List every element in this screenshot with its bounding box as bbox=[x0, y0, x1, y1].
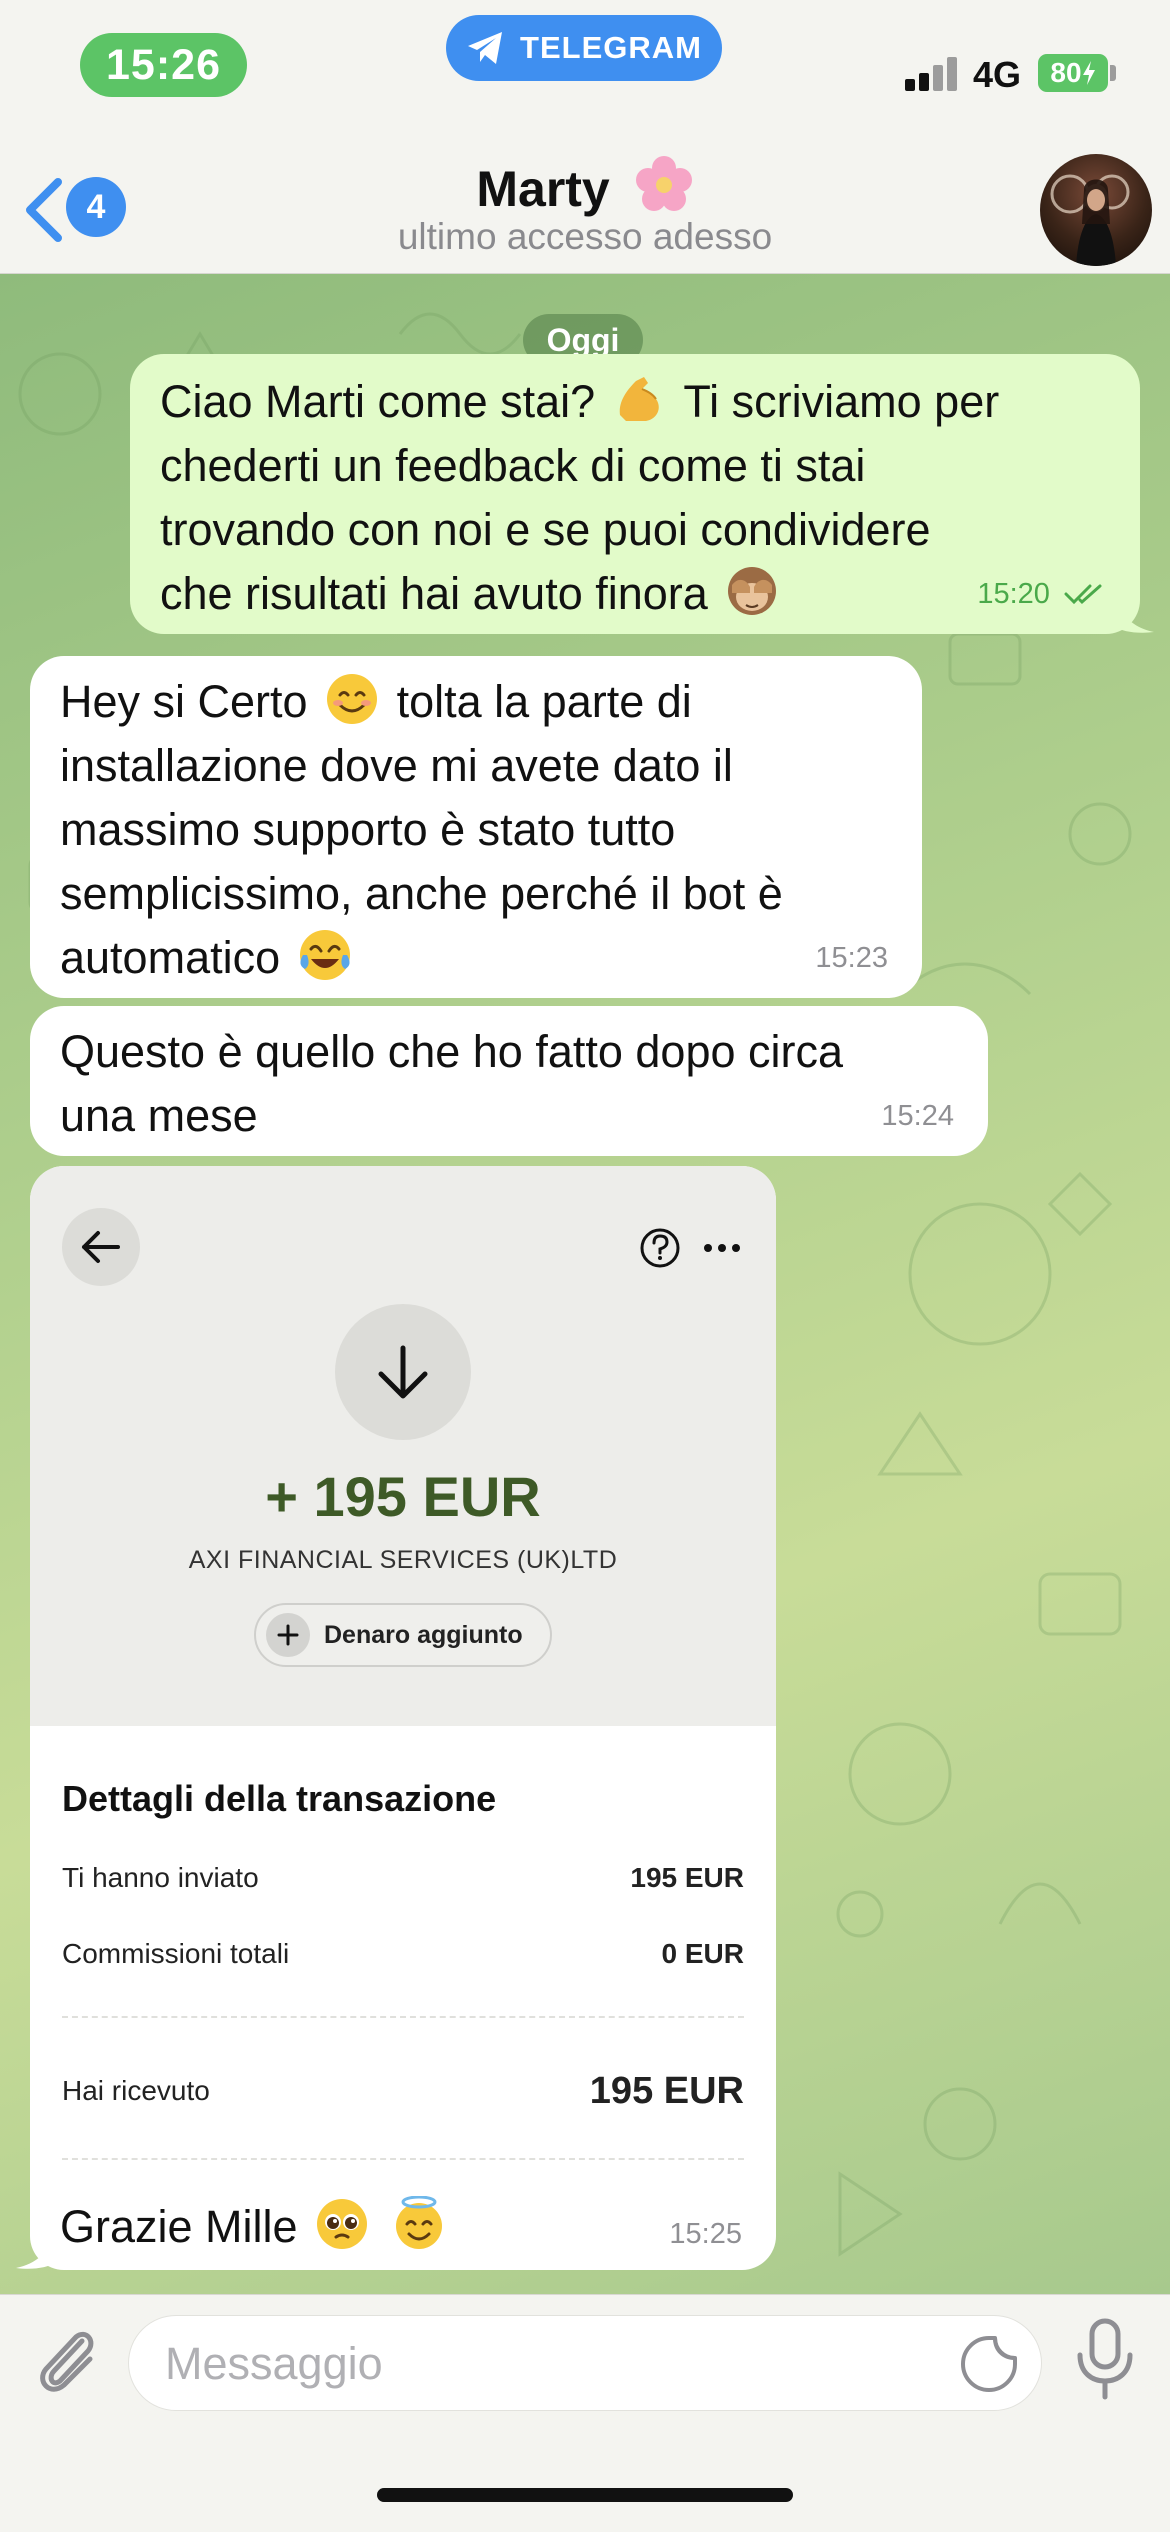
detail-row: Commissioni totali 0 EUR bbox=[62, 1934, 744, 1974]
chat-header: 4 Marty ultimo accesso adesso bbox=[0, 140, 1170, 274]
message-text: Ciao Marti come stai? Ti scriviamo per c… bbox=[160, 370, 1110, 626]
money-added-label: Denaro aggiunto bbox=[324, 1620, 523, 1649]
battery-tip bbox=[1110, 65, 1116, 81]
see-no-evil-monkey-emoji bbox=[728, 567, 777, 615]
charging-bolt-icon bbox=[1082, 61, 1095, 85]
avatar[interactable] bbox=[1040, 154, 1152, 266]
signal-icon bbox=[905, 55, 961, 91]
chat-title[interactable]: Marty bbox=[0, 154, 1170, 218]
bubble-tail bbox=[16, 2230, 56, 2269]
detail-label: Commissioni totali bbox=[62, 1938, 290, 1969]
home-indicator[interactable] bbox=[377, 2488, 793, 2502]
battery-icon: 80 bbox=[1038, 54, 1108, 92]
pleading-face-emoji bbox=[317, 2199, 368, 2249]
smiling-face-emoji bbox=[327, 674, 378, 724]
message-input[interactable] bbox=[165, 2316, 965, 2412]
battery-level: 80 bbox=[1050, 57, 1082, 88]
screenshot-back-button bbox=[62, 1208, 140, 1286]
detail-value: 195 EUR bbox=[589, 2069, 744, 2112]
message-time: 15:24 bbox=[881, 1100, 954, 1132]
telegram-app-pill[interactable]: TELEGRAM bbox=[446, 15, 722, 81]
chat-area[interactable]: Oggi Ciao Marti come stai? Ti scriviamo … bbox=[0, 274, 1170, 2294]
plus-icon bbox=[266, 1613, 310, 1657]
help-icon bbox=[640, 1228, 680, 1268]
microphone-icon[interactable] bbox=[1072, 2317, 1138, 2403]
telegram-pill-label: TELEGRAM bbox=[520, 30, 702, 65]
more-icon bbox=[704, 1244, 740, 1252]
telegram-icon bbox=[468, 32, 503, 64]
arrow-left-icon bbox=[82, 1231, 120, 1263]
message-time: 15:23 bbox=[815, 942, 888, 974]
status-bar: 15:26 TELEGRAM 4G 80 bbox=[0, 0, 1170, 140]
incoming-transfer-badge bbox=[335, 1304, 471, 1440]
status-time: 15:26 bbox=[80, 33, 247, 97]
detail-label: Hai ricevuto bbox=[62, 2075, 210, 2106]
money-added-badge: Denaro aggiunto bbox=[254, 1603, 552, 1667]
sender-name: AXI FINANCIAL SERVICES (UK)LTD bbox=[188, 1546, 618, 1574]
cherry-blossom-emoji bbox=[635, 156, 692, 211]
divider bbox=[62, 2016, 744, 2018]
contact-name: Marty bbox=[476, 161, 610, 217]
network-type: 4G bbox=[973, 54, 1022, 95]
flexed-biceps-emoji bbox=[619, 377, 659, 421]
message-text: Questo è quello che ho fatto dopo circa … bbox=[60, 1026, 844, 1141]
detail-label: Ti hanno inviato bbox=[62, 1862, 259, 1893]
message-field[interactable] bbox=[128, 2315, 1042, 2412]
arrow-down-icon bbox=[378, 1345, 428, 1399]
message-time: 15:20 bbox=[977, 578, 1050, 610]
last-seen-status: ultimo accesso adesso bbox=[397, 216, 773, 257]
message-meta: 15:20 bbox=[977, 562, 1106, 626]
message-time: 15:25 bbox=[669, 2218, 742, 2250]
tears-of-joy-emoji bbox=[299, 930, 350, 980]
outgoing-message[interactable]: Ciao Marti come stai? Ti scriviamo per c… bbox=[130, 354, 1154, 634]
double-check-icon bbox=[1064, 584, 1102, 605]
transaction-details-title: Dettagli della transazione bbox=[62, 1778, 497, 1819]
detail-row: Hai ricevuto 195 EUR bbox=[62, 2066, 744, 2116]
sticker-icon[interactable] bbox=[959, 2334, 1019, 2394]
photo-caption: Grazie Mille bbox=[60, 2196, 451, 2253]
bubble-tail bbox=[1114, 594, 1154, 633]
detail-value: 0 EUR bbox=[661, 1938, 744, 1969]
transfer-summary: + 195 EUR AXI FINANCIAL SERVICES (UK)LTD… bbox=[30, 1166, 776, 1726]
message-text: Hey si Certo tolta la parte di installaz… bbox=[60, 670, 892, 990]
incoming-message[interactable]: Hey si Certo tolta la parte di installaz… bbox=[30, 656, 922, 998]
detail-value: 195 EUR bbox=[630, 1862, 744, 1893]
halo-face-emoji bbox=[395, 2196, 442, 2249]
photo-message[interactable]: + 195 EUR AXI FINANCIAL SERVICES (UK)LTD… bbox=[30, 1166, 776, 2270]
detail-row: Ti hanno inviato 195 EUR bbox=[62, 1858, 744, 1898]
avatar-photo bbox=[1050, 174, 1130, 266]
caption-text: Grazie Mille bbox=[60, 2201, 298, 2252]
paperclip-icon[interactable] bbox=[30, 2319, 102, 2399]
incoming-message[interactable]: Questo è quello che ho fatto dopo circa … bbox=[30, 1006, 988, 1156]
transfer-amount: + 195 EUR bbox=[265, 1465, 541, 1528]
divider bbox=[62, 2158, 744, 2160]
